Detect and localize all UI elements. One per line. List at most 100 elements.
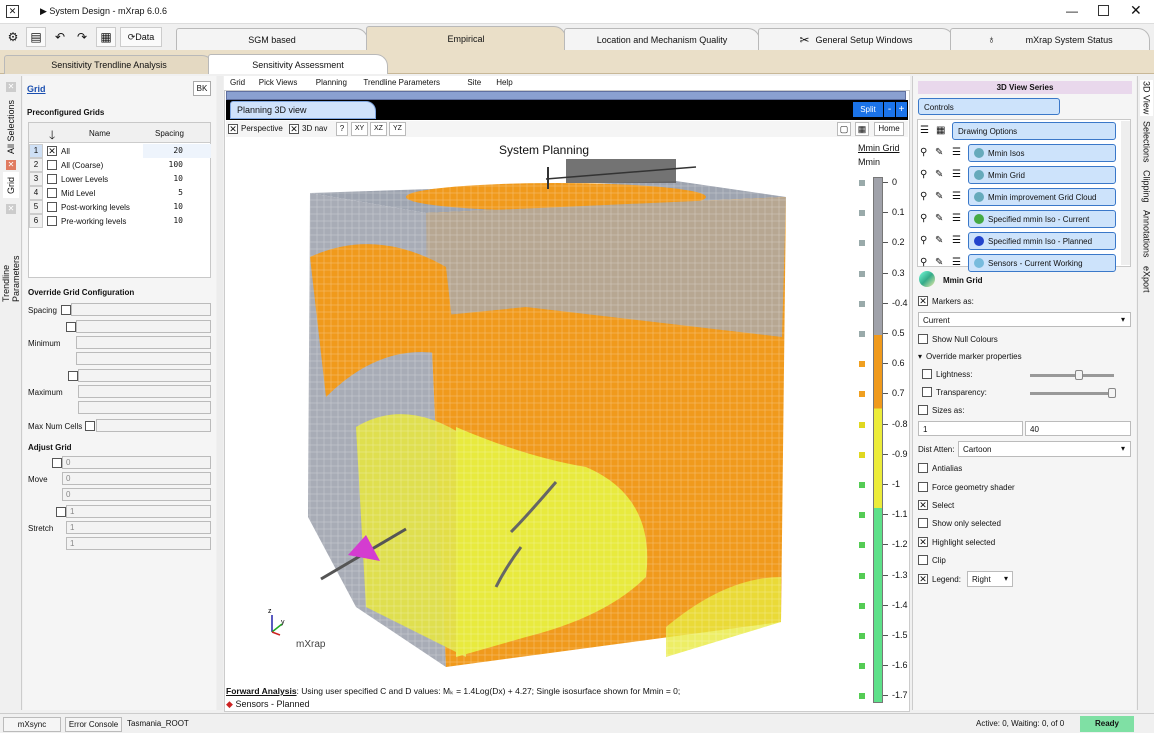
move-x-field[interactable]: 0 xyxy=(62,456,211,469)
show-only-selected-checkbox[interactable] xyxy=(918,518,928,528)
menu-item[interactable]: Trendline Parameters xyxy=(363,78,440,87)
table-row[interactable]: 1 ✕ All 20 xyxy=(29,144,211,158)
data-refresh-button[interactable]: ⟳ Data xyxy=(120,27,162,47)
maximize-icon[interactable] xyxy=(1098,5,1109,16)
list-icon[interactable]: ☰ xyxy=(952,257,961,268)
xy-view-button[interactable]: XY xyxy=(351,122,368,136)
series-item[interactable]: Mmin improvement Grid Cloud xyxy=(968,188,1116,206)
settings-icon[interactable]: ⚙ xyxy=(3,27,23,47)
grid-panel-title[interactable]: Grid xyxy=(27,84,46,94)
magnify-icon[interactable]: ⚲ xyxy=(920,257,927,268)
vtab-all-selections[interactable]: All Selections xyxy=(3,96,19,158)
row-checkbox[interactable]: ✕ xyxy=(47,146,57,156)
list-icon[interactable]: ☰ xyxy=(952,169,961,180)
legend-position-select[interactable]: Right ▾ xyxy=(967,571,1013,587)
max-cells-field[interactable] xyxy=(96,419,211,432)
tab-sensitivity-trendline[interactable]: Sensitivity Trendline Analysis xyxy=(4,55,214,74)
vtab-annotations[interactable]: Annotations xyxy=(1140,210,1153,258)
size-max-spinbox[interactable]: 40 xyxy=(1025,421,1131,436)
vtab-3d-view[interactable]: 3D View xyxy=(1140,80,1153,116)
antialias-checkbox[interactable] xyxy=(918,463,928,473)
close-icon[interactable]: ✕ xyxy=(1130,2,1142,19)
transparency-slider-track[interactable] xyxy=(1030,392,1116,395)
undo-icon[interactable]: ↶ xyxy=(50,27,70,47)
vtab-trendline-parameters[interactable]: Trendline Parameters xyxy=(1,216,21,302)
stretch-checkbox[interactable] xyxy=(56,507,66,517)
minimum-y-field[interactable] xyxy=(76,336,211,349)
tab-sensitivity-assessment[interactable]: Sensitivity Assessment xyxy=(208,54,388,74)
tab-system-status[interactable]: ♁ mXrap System Status xyxy=(950,28,1150,50)
table-row[interactable]: 3 Lower Levels 10 xyxy=(29,172,210,186)
highlight-selected-checkbox[interactable]: ✕ xyxy=(918,537,928,547)
3d-nav-checkbox[interactable]: ✕ xyxy=(289,124,299,134)
dist-atten-select[interactable]: Cartoon ▾ xyxy=(958,441,1131,457)
lightness-slider-track[interactable] xyxy=(1030,374,1114,377)
close-icon[interactable]: ✕ xyxy=(6,160,16,170)
magnify-icon[interactable]: ⚲ xyxy=(920,235,927,246)
row-checkbox[interactable] xyxy=(47,216,57,226)
show-null-checkbox[interactable] xyxy=(918,334,928,344)
paint-icon[interactable]: ✎ xyxy=(935,213,943,224)
save-icon[interactable]: ▦ xyxy=(96,27,116,47)
legend-checkbox[interactable]: ✕ xyxy=(918,574,928,584)
magnify-icon[interactable]: ⚲ xyxy=(920,147,927,158)
error-console-button[interactable]: Error Console xyxy=(65,717,122,732)
maximum-x-field[interactable] xyxy=(78,369,211,382)
series-item[interactable]: Drawing Options xyxy=(952,122,1116,140)
save-image-icon[interactable]: ▦ xyxy=(855,122,869,136)
lightness-slider-handle[interactable] xyxy=(1075,370,1083,380)
home-button[interactable]: Home xyxy=(874,122,904,136)
vtab-clipping[interactable]: Clipping xyxy=(1140,168,1153,204)
override-marker-row[interactable]: ▾ Override marker properties xyxy=(918,352,1022,361)
markers-as-select[interactable]: Current ▾ xyxy=(918,312,1131,327)
maximum-checkbox[interactable] xyxy=(68,371,78,381)
controls-button[interactable]: Controls xyxy=(918,98,1060,115)
maximum-z-field[interactable] xyxy=(78,401,211,414)
magnify-icon[interactable]: ⚲ xyxy=(920,169,927,180)
bk-button[interactable]: BK xyxy=(193,81,211,96)
minus-icon[interactable]: - xyxy=(884,102,895,117)
list-icon[interactable]: ☰ xyxy=(952,191,961,202)
3d-canvas[interactable]: z y xyxy=(226,137,908,685)
transparency-checkbox[interactable] xyxy=(922,387,932,397)
lightness-checkbox[interactable] xyxy=(922,369,932,379)
markers-as-checkbox[interactable]: ✕ xyxy=(918,296,928,306)
row-checkbox[interactable] xyxy=(47,202,57,212)
layout-icon[interactable]: ▤ xyxy=(26,27,46,47)
planning-3d-view-tab[interactable]: Planning 3D view xyxy=(230,101,376,119)
paint-icon[interactable]: ✎ xyxy=(935,169,943,180)
move-checkbox[interactable] xyxy=(52,458,62,468)
select-checkbox[interactable]: ✕ xyxy=(918,500,928,510)
vtab-selections[interactable]: Selections xyxy=(1140,121,1153,163)
row-checkbox[interactable] xyxy=(47,174,57,184)
tab-general-setup[interactable]: ✂ General Setup Windows xyxy=(758,28,954,50)
minimum-z-field[interactable] xyxy=(76,352,211,365)
minimum-checkbox[interactable] xyxy=(66,322,76,332)
maximum-y-field[interactable] xyxy=(78,385,211,398)
split-button[interactable]: Split xyxy=(853,102,883,117)
menu-item[interactable]: Pick Views xyxy=(259,78,298,87)
minimum-x-field[interactable] xyxy=(76,320,211,333)
max-cells-checkbox[interactable] xyxy=(85,421,95,431)
series-item[interactable]: Sensors - Current Working xyxy=(968,254,1116,272)
tab-sgm-based[interactable]: SGM based xyxy=(176,28,368,50)
menu-item[interactable]: Grid xyxy=(230,78,245,87)
tab-empirical[interactable]: Empirical xyxy=(366,26,566,50)
list-icon[interactable]: ☰ xyxy=(952,235,961,246)
table-row[interactable]: 4 Mid Level 5 xyxy=(29,186,210,200)
size-min-spinbox[interactable]: 1 xyxy=(918,421,1023,436)
series-item[interactable]: Specified mmin Iso - Current xyxy=(968,210,1116,228)
redo-icon[interactable]: ↷ xyxy=(72,27,92,47)
paint-icon[interactable]: ✎ xyxy=(935,257,943,268)
force-geometry-checkbox[interactable] xyxy=(918,482,928,492)
transparency-slider-handle[interactable] xyxy=(1108,388,1116,398)
menu-item[interactable]: Help xyxy=(496,78,512,87)
help-button[interactable]: ? xyxy=(336,122,348,136)
column-header-name[interactable]: Name xyxy=(89,129,110,138)
yz-view-button[interactable]: YZ xyxy=(389,122,406,136)
copy-icon[interactable]: ▢ xyxy=(837,122,851,136)
move-z-field[interactable]: 0 xyxy=(62,488,211,501)
spacing-checkbox[interactable] xyxy=(61,305,71,315)
paint-icon[interactable]: ✎ xyxy=(935,235,943,246)
clip-checkbox[interactable] xyxy=(918,555,928,565)
